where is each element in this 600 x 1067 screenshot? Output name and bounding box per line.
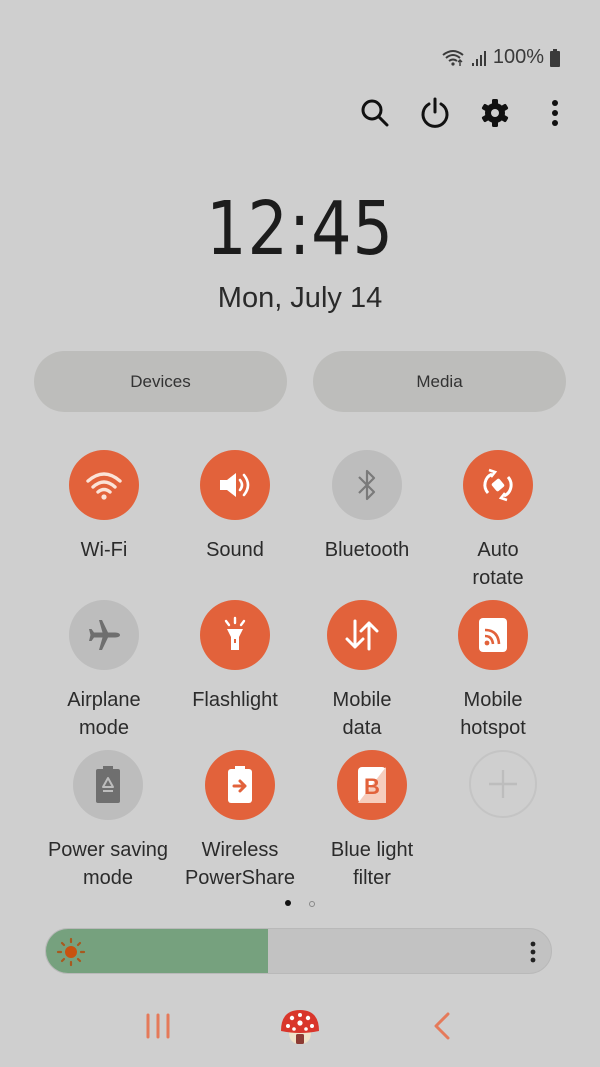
recent-apps-button[interactable] [140, 1006, 176, 1046]
wifi-icon [442, 49, 464, 66]
tile-power-saving[interactable]: Power saving mode [42, 750, 174, 892]
tile-power-saving-toggle[interactable] [73, 750, 143, 820]
tile-flashlight-toggle[interactable] [200, 600, 270, 670]
tile-mobile-hotspot-toggle[interactable] [458, 600, 528, 670]
tile-blue-light-filter-toggle[interactable]: B [337, 750, 407, 820]
more-options-button[interactable] [540, 92, 570, 134]
airplane-icon [89, 620, 120, 650]
auto-rotate-icon [483, 468, 513, 502]
tile-label: Flashlight [192, 689, 278, 711]
tile-wifi[interactable]: Wi-Fi [38, 450, 170, 564]
page-dot-active[interactable] [285, 900, 291, 906]
home-mushroom-icon [281, 1010, 319, 1044]
add-tile-button[interactable] [469, 750, 537, 818]
power-button[interactable] [420, 92, 450, 134]
tile-flashlight[interactable]: Flashlight [169, 600, 301, 714]
tile-mobile-data[interactable]: Mobile data [296, 600, 428, 742]
tile-wireless-powershare[interactable]: Wireless PowerShare [174, 750, 306, 892]
page-indicator [0, 900, 600, 907]
search-button[interactable] [360, 92, 390, 134]
brightness-slider[interactable] [45, 928, 552, 974]
tile-label: Blue light filter [330, 839, 414, 889]
flashlight-icon [224, 616, 246, 650]
clock-time[interactable]: 12:45 [42, 186, 558, 272]
add-icon [489, 770, 517, 798]
tile-sound-toggle[interactable] [200, 450, 270, 520]
tile-label: Bluetooth [324, 539, 410, 561]
tile-add[interactable] [437, 750, 569, 834]
tile-wifi-toggle[interactable] [69, 450, 139, 520]
tile-blue-light-filter[interactable]: B Blue light filter [306, 750, 438, 892]
tile-label: Airplane mode [67, 689, 141, 739]
tile-auto-rotate[interactable]: Auto rotate [432, 450, 564, 592]
navigation-bar [0, 1000, 600, 1056]
tile-wireless-powershare-toggle[interactable] [205, 750, 275, 820]
battery-icon [550, 48, 560, 67]
media-button[interactable]: Media [313, 351, 566, 412]
devices-media-row: Devices Media [34, 351, 566, 412]
mobile-data-icon [345, 619, 379, 651]
clock-date[interactable]: Mon, July 14 [0, 282, 600, 315]
devices-button[interactable]: Devices [34, 351, 287, 412]
bluetooth-icon [358, 469, 376, 501]
more-vertical-icon [552, 100, 558, 126]
blue-light-filter-icon: B [358, 767, 386, 803]
sun-icon [56, 937, 86, 967]
tile-mobile-data-toggle[interactable] [327, 600, 397, 670]
search-icon [361, 99, 389, 127]
back-button[interactable] [424, 1006, 460, 1046]
recent-apps-icon [146, 1013, 170, 1039]
tile-label: Auto rotate [472, 539, 524, 589]
tile-label: Mobile data [332, 689, 392, 739]
tile-auto-rotate-toggle[interactable] [463, 450, 533, 520]
svg-text:B: B [364, 774, 380, 799]
gear-icon [481, 99, 509, 127]
hotspot-icon [479, 618, 507, 652]
brightness-more-icon[interactable] [529, 941, 537, 963]
tile-label: Sound [206, 539, 264, 561]
signal-icon [471, 50, 486, 66]
back-icon [434, 1012, 450, 1040]
quick-panel-actions [360, 92, 570, 134]
battery-percentage: 100% [492, 46, 544, 68]
power-saving-icon [96, 766, 120, 803]
tile-label: Power saving mode [47, 839, 169, 889]
wifi-icon [86, 472, 122, 500]
tile-sound[interactable]: Sound [169, 450, 301, 564]
tile-airplane-mode[interactable]: Airplane mode [38, 600, 170, 742]
tile-mobile-hotspot[interactable]: Mobile hotspot [427, 600, 559, 742]
tile-bluetooth[interactable]: Bluetooth [301, 450, 433, 564]
settings-button[interactable] [480, 92, 510, 134]
tile-airplane-mode-toggle[interactable] [69, 600, 139, 670]
speaker-icon [220, 473, 250, 497]
tile-label: Mobile hotspot [460, 689, 526, 739]
power-icon [421, 97, 449, 128]
home-button[interactable] [278, 1004, 322, 1050]
wireless-powershare-icon [228, 766, 252, 803]
status-bar: 100% [441, 46, 560, 69]
tile-label: Wireless PowerShare [184, 839, 296, 889]
page-dot[interactable] [309, 901, 315, 907]
tile-bluetooth-toggle[interactable] [332, 450, 402, 520]
tile-label: Wi-Fi [80, 539, 128, 561]
